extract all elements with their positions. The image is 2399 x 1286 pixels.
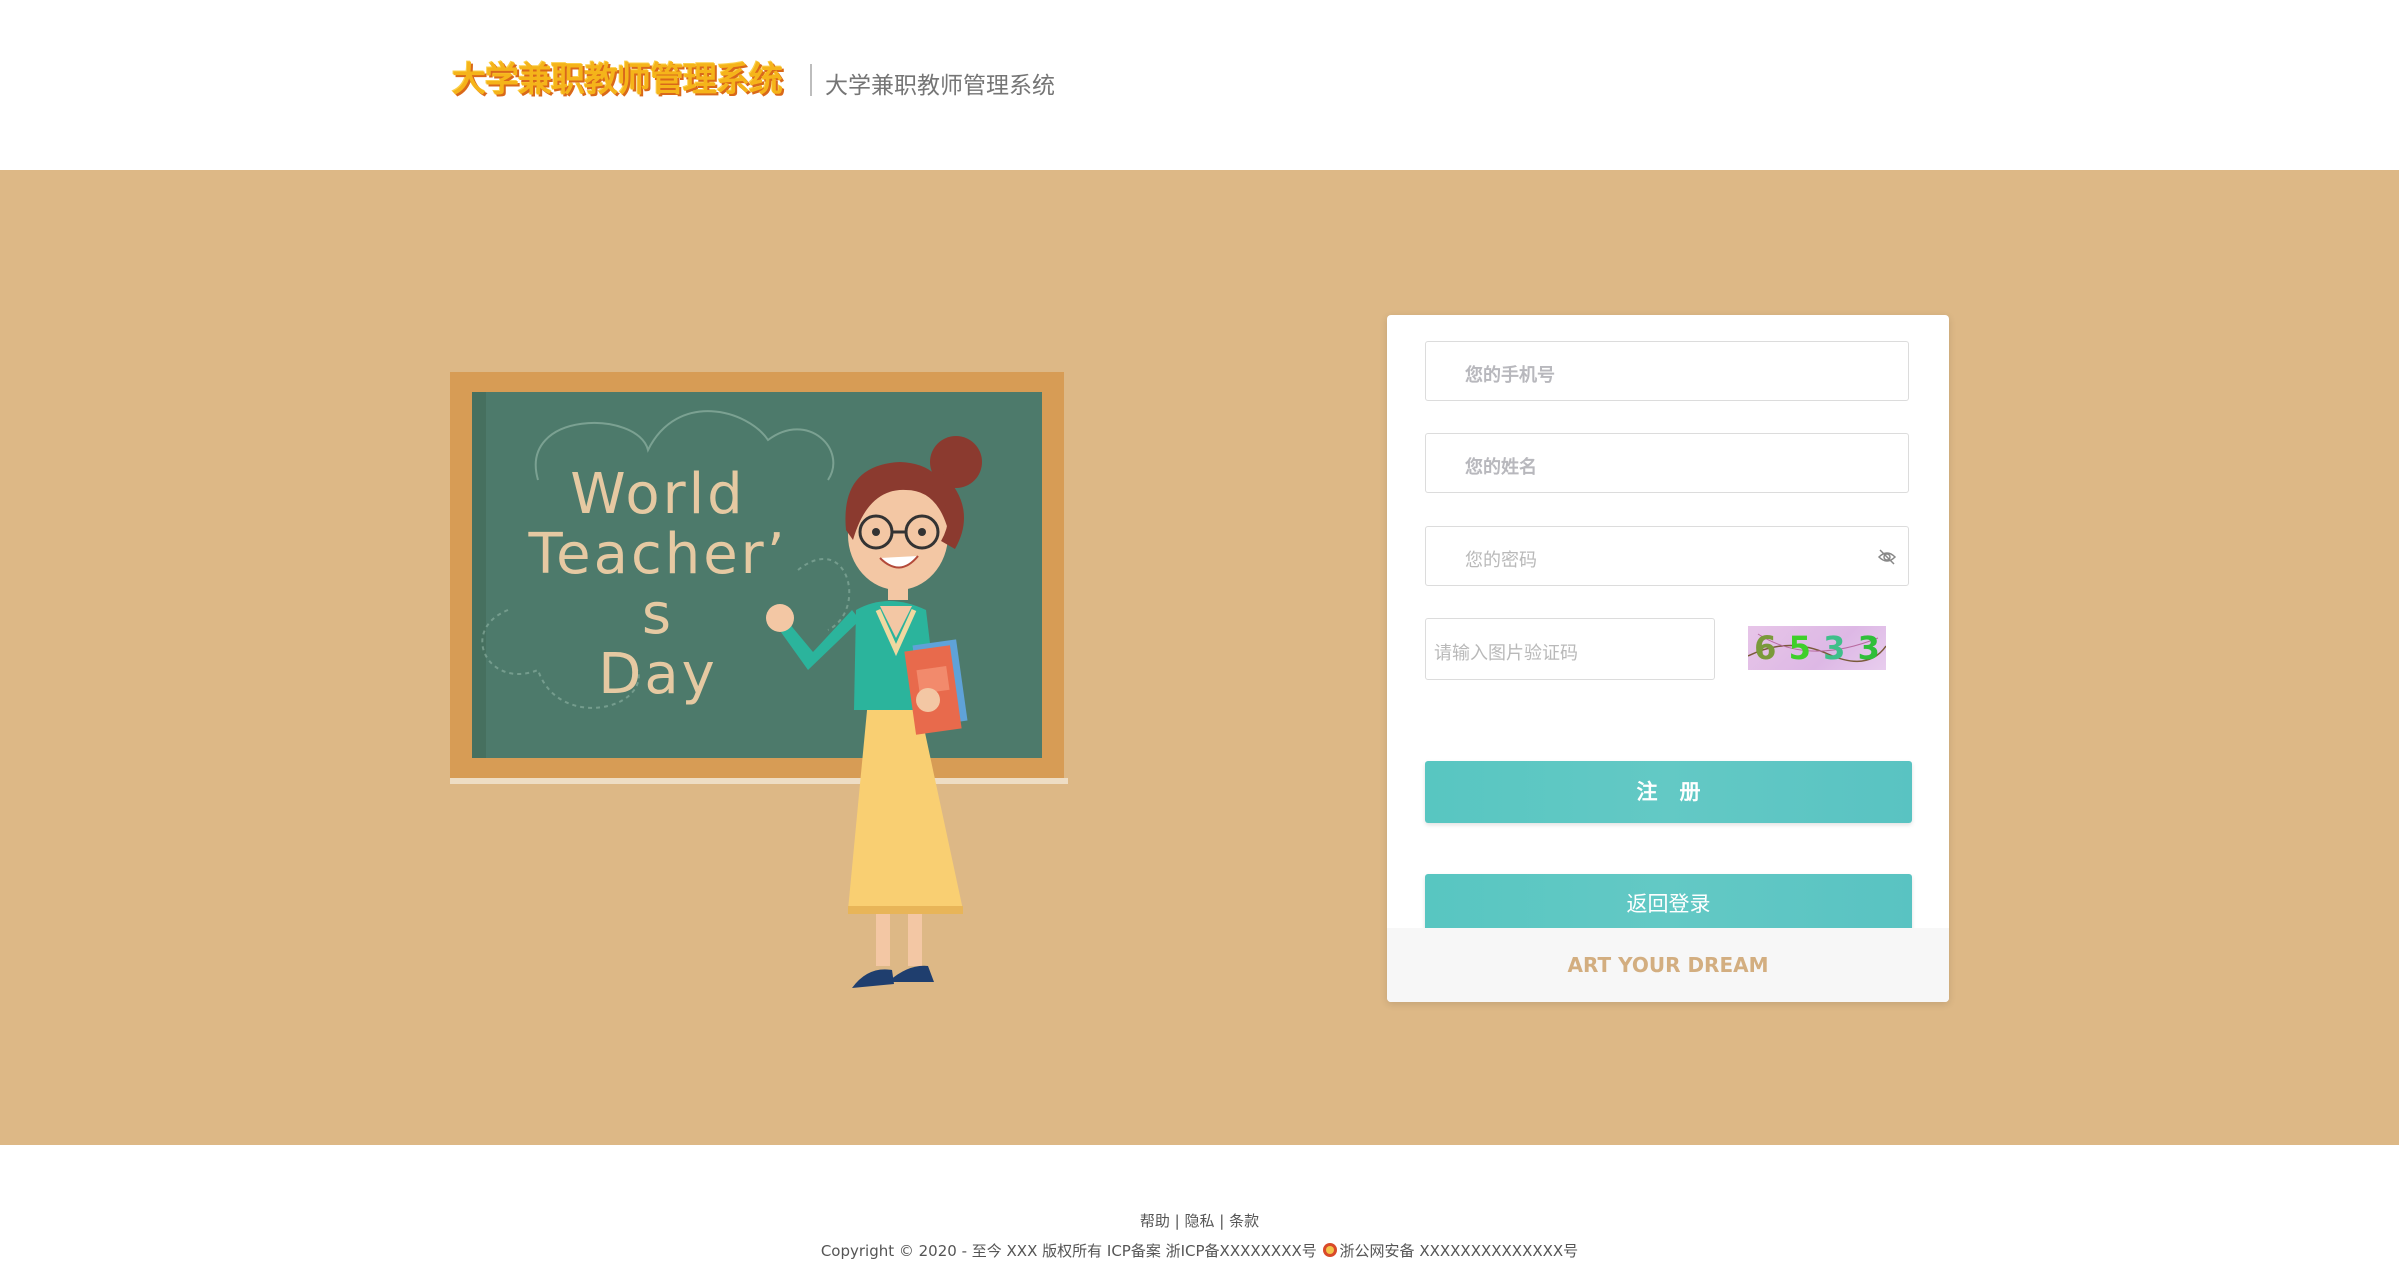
register-card: 您的手机号 您的姓名 您的密码 请输入图片验证码 6 5 3 3 注册 返回登录… — [1387, 315, 1949, 1002]
header-divider — [810, 64, 812, 96]
name-placeholder: 您的姓名 — [1465, 453, 1537, 479]
main-banner — [0, 170, 2399, 1145]
captcha-digit-2: 5 — [1789, 629, 1811, 667]
footer-link-terms[interactable]: 条款 — [1229, 1212, 1259, 1230]
captcha-digit-3: 3 — [1823, 629, 1845, 667]
board-text-line-3: s — [642, 582, 674, 647]
captcha-image[interactable]: 6 5 3 3 — [1748, 626, 1886, 670]
phone-placeholder: 您的手机号 — [1465, 361, 1555, 387]
footer-links: 帮助 | 隐私 | 条款 — [0, 1210, 2399, 1231]
header: 大学兼职教师管理系统 大学兼职教师管理系统 — [0, 0, 2399, 170]
footer-link-privacy[interactable]: 隐私 — [1184, 1212, 1214, 1230]
public-security-record[interactable]: 浙公网安备 XXXXXXXXXXXXXX号 — [1340, 1242, 1579, 1260]
teacher-day-illustration: World Teacher’ s Day — [448, 370, 1068, 1000]
eye-hidden-icon[interactable] — [1876, 546, 1898, 568]
captcha-input[interactable]: 请输入图片验证码 — [1425, 618, 1715, 680]
register-button[interactable]: 注册 — [1425, 761, 1912, 823]
phone-field[interactable]: 您的手机号 — [1425, 341, 1909, 401]
captcha-digit-1: 6 — [1754, 629, 1776, 667]
copyright: Copyright © 2020 - 至今 XXX 版权所有 ICP备案 浙IC… — [0, 1240, 2399, 1261]
footer-separator: | — [1175, 1212, 1185, 1230]
back-to-login-button[interactable]: 返回登录 — [1425, 874, 1912, 934]
board-text-line-1: World — [570, 462, 745, 527]
logo[interactable]: 大学兼职教师管理系统 — [452, 52, 782, 101]
captcha-placeholder: 请输入图片验证码 — [1434, 639, 1578, 665]
footer-separator: | — [1219, 1212, 1229, 1230]
captcha-digit-4: 3 — [1858, 629, 1880, 667]
card-slogan: ART YOUR DREAM — [1387, 928, 1949, 1002]
board-text-line-2: Teacher’ — [527, 522, 787, 587]
name-field[interactable]: 您的姓名 — [1425, 433, 1909, 493]
password-placeholder: 您的密码 — [1465, 546, 1537, 572]
copyright-text: Copyright © 2020 - 至今 XXX 版权所有 ICP备案 浙IC… — [821, 1242, 1317, 1260]
password-field[interactable]: 您的密码 — [1425, 526, 1909, 586]
footer-link-help[interactable]: 帮助 — [1140, 1212, 1170, 1230]
police-badge-icon — [1322, 1242, 1338, 1258]
board-text-line-4: Day — [598, 642, 718, 707]
header-subtitle: 大学兼职教师管理系统 — [825, 66, 1055, 100]
